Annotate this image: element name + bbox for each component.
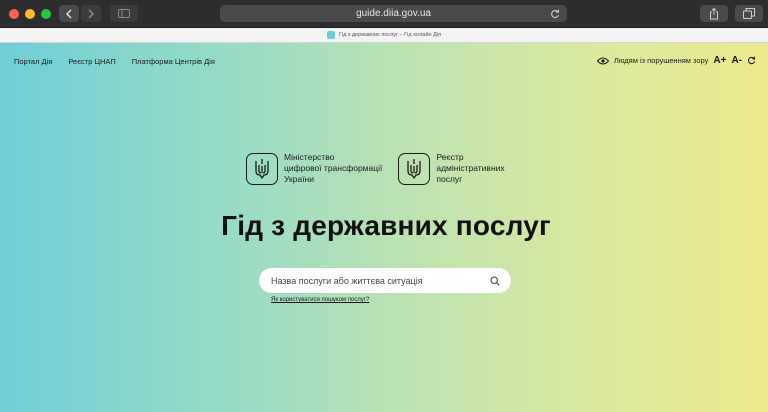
show-tabs-button[interactable] bbox=[735, 5, 763, 22]
tab-title: Гід з державних послуг – Гід онлайн Дія bbox=[338, 32, 442, 38]
address-bar[interactable]: guide.diia.gov.ua bbox=[220, 5, 567, 22]
maximize-window-button[interactable] bbox=[41, 9, 51, 19]
close-window-button[interactable] bbox=[9, 9, 19, 19]
nav-link-portal-diia[interactable]: Портал Дія bbox=[14, 57, 52, 66]
visually-impaired-link[interactable]: Людям із порушенням зору bbox=[614, 56, 708, 65]
page-content: Портал Дія Реєстр ЦНАП Платформа Центрів… bbox=[0, 43, 768, 412]
trident-emblem-icon bbox=[246, 152, 278, 185]
reset-icon[interactable] bbox=[747, 56, 756, 65]
chevron-right-icon bbox=[88, 8, 95, 19]
chevron-left-icon bbox=[65, 8, 72, 19]
search-icon[interactable] bbox=[489, 275, 501, 287]
decrease-font-button[interactable]: A- bbox=[731, 55, 742, 66]
nav-link-diia-centers[interactable]: Платформа Центрів Дія bbox=[132, 57, 215, 66]
share-button[interactable] bbox=[700, 5, 728, 22]
tab-strip[interactable]: Гід з державних послуг – Гід онлайн Дія bbox=[0, 28, 768, 43]
accessibility-controls: Людям із порушенням зору A+ A- bbox=[596, 55, 756, 66]
search-help-link[interactable]: Як користуватися пошуком послуг? bbox=[271, 297, 369, 303]
registry-name: Реєстр адміністративних послуг bbox=[436, 152, 505, 184]
minimize-window-button[interactable] bbox=[25, 9, 35, 19]
top-navigation: Портал Дія Реєстр ЦНАП Платформа Центрів… bbox=[14, 57, 215, 66]
registry-logo[interactable]: Реєстр адміністративних послуг bbox=[398, 152, 505, 185]
reload-icon bbox=[550, 9, 559, 18]
page-title: Гід з державних послуг bbox=[221, 210, 551, 241]
browser-toolbar: guide.diia.gov.ua bbox=[0, 0, 768, 28]
url-text: guide.diia.gov.ua bbox=[356, 8, 431, 19]
eye-icon[interactable] bbox=[596, 57, 609, 65]
trident-emblem-icon bbox=[398, 152, 431, 185]
search-input[interactable] bbox=[271, 275, 489, 286]
share-icon bbox=[710, 7, 718, 19]
back-button[interactable] bbox=[59, 5, 79, 22]
reload-button[interactable] bbox=[548, 7, 561, 20]
ministry-name: Міністерство цифрової трансформації Укра… bbox=[284, 152, 383, 184]
search-box[interactable] bbox=[259, 268, 511, 293]
sidebar-icon bbox=[118, 9, 130, 18]
sidebar-toggle-button[interactable] bbox=[110, 5, 138, 22]
forward-button[interactable] bbox=[81, 5, 101, 22]
partner-logos: Міністерство цифрової трансформації Укра… bbox=[246, 152, 505, 185]
site-favicon-icon bbox=[326, 31, 335, 39]
nav-link-registry-cnap[interactable]: Реєстр ЦНАП bbox=[68, 57, 115, 66]
ministry-logo[interactable]: Міністерство цифрової трансформації Укра… bbox=[246, 152, 382, 185]
increase-font-button[interactable]: A+ bbox=[713, 55, 726, 66]
tabs-icon bbox=[743, 8, 755, 19]
